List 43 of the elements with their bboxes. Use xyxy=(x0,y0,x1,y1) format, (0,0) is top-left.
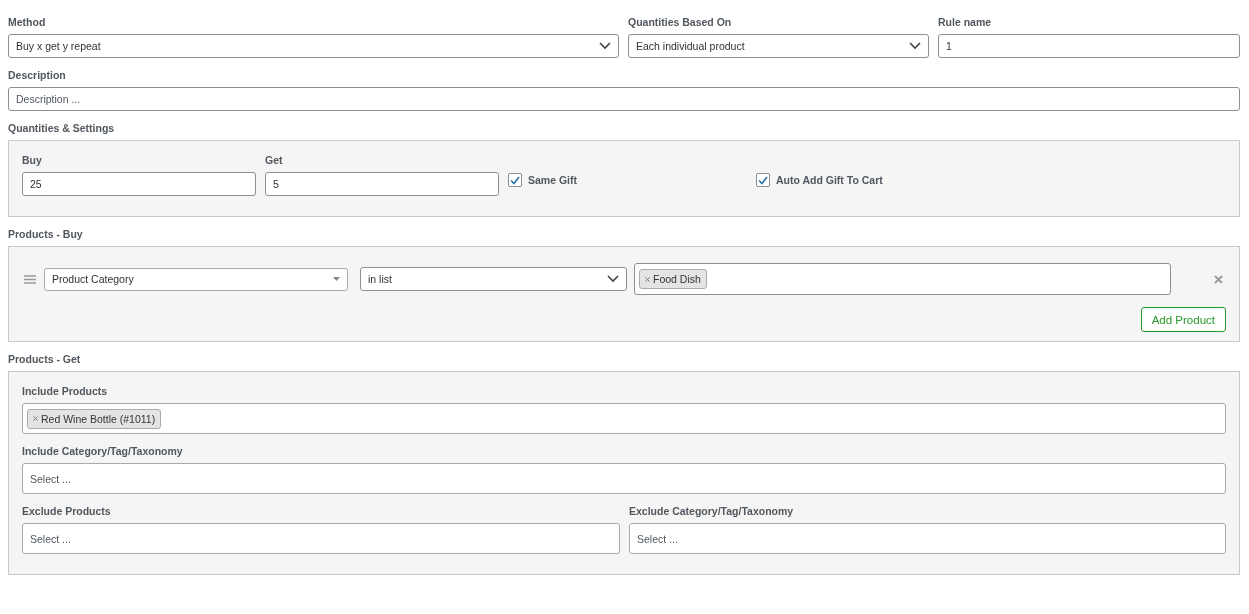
field-label: Quantities Based On xyxy=(628,15,733,29)
description-field[interactable]: Description ... xyxy=(8,87,1240,111)
section-title: Products - Buy xyxy=(8,227,84,241)
field-label: Method xyxy=(8,15,47,29)
checkbox-label: Auto Add Gift To Cart xyxy=(776,174,883,186)
section-title: Products - Get xyxy=(8,352,82,366)
field-label: Description xyxy=(8,68,67,82)
checkmark-icon xyxy=(510,175,520,185)
remove-icon[interactable] xyxy=(645,276,650,282)
field-label: Include Products xyxy=(22,384,109,398)
get-field[interactable]: 5 xyxy=(265,172,499,196)
field-label: Exclude Products xyxy=(22,504,112,518)
selected-tag[interactable]: Food Dish xyxy=(639,269,707,289)
field-label: Exclude Category/Tag/Taxonomy xyxy=(629,504,795,518)
chevron-down-icon xyxy=(607,275,619,283)
remove-icon[interactable] xyxy=(33,416,38,421)
field-label: Rule name xyxy=(938,15,993,29)
select-field[interactable]: Select ... xyxy=(629,523,1226,554)
chevron-down-icon xyxy=(599,42,611,50)
text-field[interactable]: 1 xyxy=(938,34,1240,58)
select-field[interactable]: Buy x get y repeat xyxy=(8,34,619,58)
selected-tag[interactable]: Red Wine Bottle (#1011) xyxy=(27,408,162,429)
checkbox[interactable] xyxy=(508,173,522,187)
close-icon[interactable] xyxy=(1214,274,1223,284)
multi-select-field[interactable]: Red Wine Bottle (#1011) xyxy=(22,403,1226,434)
select-field[interactable]: in list xyxy=(360,267,627,291)
drag-handle-icon[interactable] xyxy=(24,274,36,284)
buy-field[interactable]: 25 xyxy=(22,172,256,196)
add-product-button[interactable]: Add Product xyxy=(1140,307,1226,332)
multi-select-field[interactable]: Food Dish xyxy=(634,263,1171,295)
field-label: Get xyxy=(265,153,284,167)
select-field[interactable]: Product Category xyxy=(44,267,348,291)
section-title: Quantities & Settings xyxy=(8,121,116,135)
select-field[interactable]: Select ... xyxy=(22,523,620,554)
select-field[interactable]: Select ... xyxy=(22,463,1226,494)
field-label: Buy xyxy=(22,153,43,167)
triangle-down-icon xyxy=(333,277,340,281)
checkmark-icon xyxy=(758,175,768,185)
field-label: Include Category/Tag/Taxonomy xyxy=(22,444,184,458)
select-field[interactable]: Each individual product xyxy=(628,34,929,58)
chevron-down-icon xyxy=(909,42,921,50)
checkbox[interactable] xyxy=(756,173,770,187)
checkbox-label: Same Gift xyxy=(528,174,577,186)
